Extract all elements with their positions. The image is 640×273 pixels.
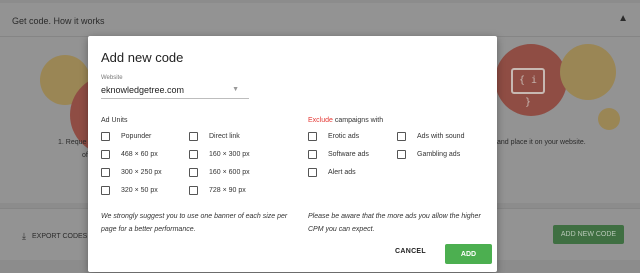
option-label: Software ads (328, 151, 369, 158)
option-label: Popunder (121, 133, 152, 140)
exclude-title-rest: campaigns with (332, 117, 384, 124)
exclude-highlight: Exclude (308, 117, 333, 124)
decor-circle (560, 44, 616, 100)
checkbox[interactable] (397, 150, 406, 159)
add-new-code-button[interactable]: ADD NEW CODE (553, 225, 624, 244)
checkbox[interactable] (101, 150, 110, 159)
checkbox[interactable] (101, 186, 110, 195)
option-label: Erotic ads (328, 133, 360, 140)
checkbox[interactable] (101, 168, 110, 177)
step-1-text-line2: of (82, 152, 88, 159)
ad-unit-option[interactable]: Popunder (101, 132, 151, 141)
how-it-works-title: Get code. How it works (12, 16, 105, 26)
option-label: 160 × 600 px (209, 169, 250, 176)
add-new-code-dialog: Add new code Website eknowledgetree.com … (88, 36, 497, 272)
info-window-icon: { i } (511, 68, 545, 108)
checkbox[interactable] (189, 186, 198, 195)
checkbox[interactable] (308, 132, 317, 141)
exclude-option[interactable]: Erotic ads (308, 132, 359, 141)
ad-unit-option[interactable]: 320 × 50 px (101, 186, 158, 195)
exclude-option[interactable]: Gambling ads (397, 150, 460, 159)
checkbox[interactable] (101, 132, 110, 141)
ad-unit-option[interactable]: 300 × 250 px (101, 168, 162, 177)
ad-unit-option[interactable]: 160 × 600 px (189, 168, 250, 177)
option-label: 468 × 60 px (121, 151, 158, 158)
ad-unit-option[interactable]: 728 × 90 px (189, 186, 246, 195)
dialog-title: Add new code (101, 50, 184, 65)
ad-unit-option[interactable]: 468 × 60 px (101, 150, 158, 159)
exclude-title: Exclude campaigns with (308, 117, 383, 124)
checkbox[interactable] (308, 150, 317, 159)
website-select[interactable]: eknowledgetree.com ▼ (101, 84, 249, 99)
checkbox[interactable] (189, 132, 198, 141)
chevron-up-icon[interactable]: ▲ (618, 13, 628, 24)
cancel-button[interactable]: CANCEL (395, 248, 426, 255)
exclude-option[interactable]: Alert ads (308, 168, 356, 177)
ad-unit-option[interactable]: Direct link (189, 132, 240, 141)
export-codes-button[interactable]: ⤓ EXPORT CODES (22, 231, 87, 242)
website-label: Website (101, 75, 123, 81)
export-codes-label: EXPORT CODES (31, 233, 88, 240)
add-button[interactable]: ADD (445, 244, 492, 264)
ad-units-title: Ad Units (101, 117, 128, 124)
decor-circle (598, 108, 620, 130)
option-label: 300 × 250 px (121, 169, 162, 176)
step-3-text: and place it on your website. (497, 139, 586, 146)
checkbox[interactable] (308, 168, 317, 177)
option-label: 160 × 300 px (209, 151, 250, 158)
checkbox[interactable] (397, 132, 406, 141)
checkbox[interactable] (189, 150, 198, 159)
option-label: 320 × 50 px (121, 187, 158, 194)
exclude-option[interactable]: Ads with sound (397, 132, 464, 141)
exclude-option[interactable]: Software ads (308, 150, 369, 159)
download-icon: ⤓ (22, 231, 26, 241)
dropdown-caret-icon: ▼ (232, 86, 239, 93)
option-label: Gambling ads (417, 151, 461, 158)
option-label: Alert ads (328, 169, 356, 176)
ad-units-note: We strongly suggest you to use one banne… (101, 213, 288, 233)
option-label: Direct link (209, 133, 240, 140)
ad-unit-option[interactable]: 160 × 300 px (189, 150, 250, 159)
option-label: 728 × 90 px (209, 187, 246, 194)
exclude-note: Please be aware that the more ads you al… (308, 213, 481, 233)
option-label: Ads with sound (417, 133, 465, 140)
checkbox[interactable] (189, 168, 198, 177)
website-value: eknowledgetree.com (101, 85, 185, 95)
step-1-text: 1. Reque (58, 139, 87, 146)
